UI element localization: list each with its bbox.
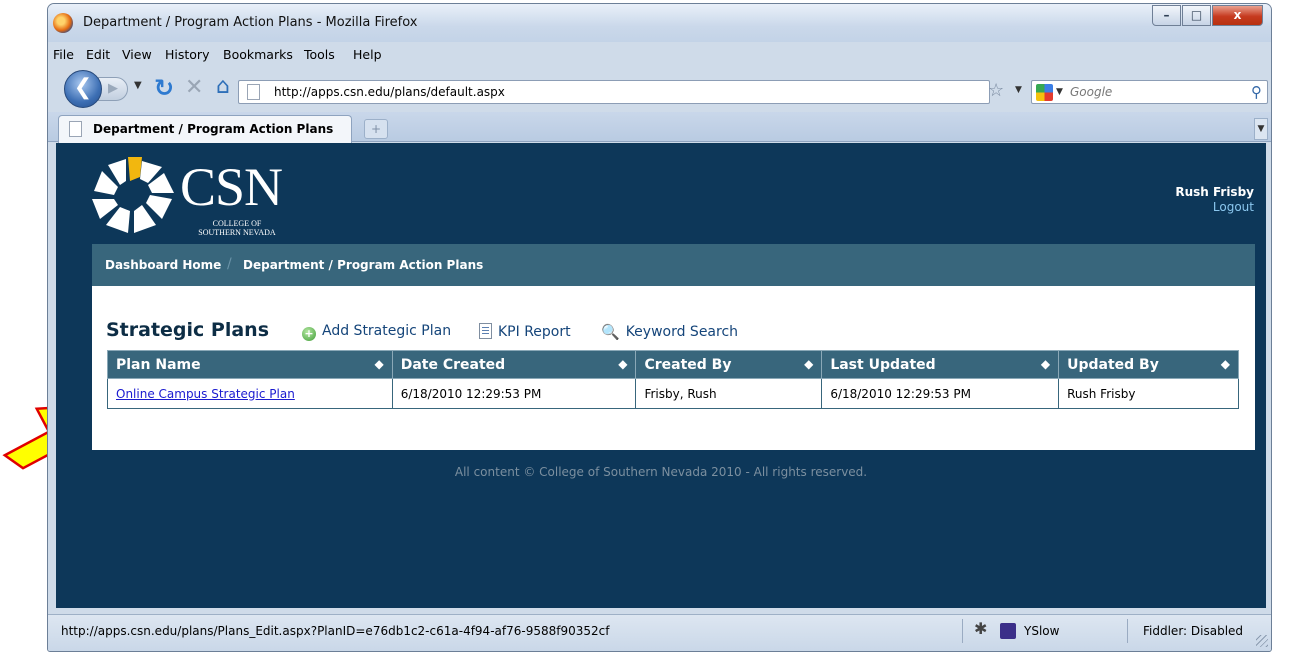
updated-by-cell: Rush Frisby (1058, 378, 1239, 409)
add-strategic-plan-label[interactable]: Add Strategic Plan (322, 323, 451, 339)
kpi-report-link[interactable]: KPI Report (479, 323, 571, 340)
breadcrumb: Dashboard Home / Department / Program Ac… (92, 244, 1255, 286)
magnifier-icon: 🔍 (601, 323, 620, 341)
url-text[interactable]: http://apps.csn.edu/plans/default.aspx (274, 85, 505, 99)
page-icon (69, 121, 82, 137)
column-header-updated-by[interactable]: Updated By ◆ (1058, 350, 1239, 379)
keyword-search-label[interactable]: Keyword Search (626, 324, 738, 340)
breadcrumb-dashboard-home[interactable]: Dashboard Home (105, 258, 221, 272)
firefox-icon (53, 13, 73, 33)
search-icon[interactable]: ⚲ (1251, 83, 1262, 101)
url-dropdown-icon[interactable]: ▼ (1015, 85, 1022, 95)
keyword-search-link[interactable]: 🔍 Keyword Search (601, 323, 738, 341)
user-name: Rush Frisby (1175, 185, 1254, 199)
column-header-label: Plan Name (116, 356, 201, 373)
sort-icon[interactable]: ◆ (804, 357, 813, 371)
sort-icon[interactable]: ◆ (618, 357, 627, 371)
column-header-plan-name[interactable]: Plan Name ◆ (107, 350, 393, 379)
sort-icon[interactable]: ◆ (1041, 357, 1050, 371)
menu-view[interactable]: View (122, 47, 152, 62)
column-header-last-updated[interactable]: Last Updated ◆ (821, 350, 1060, 379)
new-tab-button[interactable]: + (364, 119, 388, 139)
home-icon[interactable]: ⌂ (216, 74, 230, 99)
page-content: CSN COLLEGE OF SOUTHERN NEVADA Rush Fris… (56, 143, 1266, 608)
status-divider (1127, 619, 1128, 643)
csn-logo: CSN COLLEGE OF SOUTHERN NEVADA (90, 155, 310, 237)
strategic-plans-panel: Strategic Plans + Add Strategic Plan KPI … (92, 286, 1255, 450)
reload-icon[interactable]: ↻ (154, 74, 174, 102)
table-header-row: Plan Name ◆ Date Created ◆ Created By ◆ Las… (107, 350, 1239, 379)
tab-strip: Department / Program Action Plans + ▼ (48, 112, 1271, 143)
kpi-report-label[interactable]: KPI Report (498, 324, 571, 340)
google-icon[interactable] (1036, 84, 1053, 101)
breadcrumb-current[interactable]: Department / Program Action Plans (243, 258, 483, 272)
yslow-icon[interactable] (1000, 623, 1016, 639)
tab-active[interactable]: Department / Program Action Plans (58, 115, 352, 143)
report-icon (479, 323, 492, 339)
csn-star-icon (92, 157, 174, 233)
breadcrumb-separator: / (227, 256, 232, 272)
maximize-button[interactable]: □ (1182, 5, 1211, 26)
plan-name-cell: Online Campus Strategic Plan (107, 378, 393, 409)
window-title: Department / Program Action Plans - Mozi… (83, 15, 418, 30)
search-bar[interactable]: ▼ Google ⚲ (1031, 80, 1268, 104)
sort-icon[interactable]: ◆ (374, 357, 383, 371)
last-updated-cell: 6/18/2010 12:29:53 PM (821, 378, 1060, 409)
bookmark-star-icon[interactable]: ☆ (988, 80, 1004, 101)
column-header-label: Updated By (1067, 356, 1159, 373)
yslow-label[interactable]: YSlow (1024, 624, 1059, 638)
page-title: Strategic Plans (106, 319, 270, 341)
browser-window: Department / Program Action Plans - Mozi… (47, 3, 1272, 652)
history-dropdown-icon[interactable]: ▼ (134, 80, 142, 91)
column-header-created-by[interactable]: Created By ◆ (635, 350, 823, 379)
created-by-cell: Frisby, Rush (635, 378, 823, 409)
menu-history[interactable]: History (165, 47, 209, 62)
plans-table: Plan Name ◆ Date Created ◆ Created By ◆ Las… (107, 350, 1239, 409)
close-button[interactable]: x (1212, 5, 1263, 26)
sort-icon[interactable]: ◆ (1221, 357, 1230, 371)
title-bar: Department / Program Action Plans - Mozi… (48, 4, 1271, 42)
menu-bar: File Edit View History Bookmarks Tools H… (48, 42, 1271, 66)
menu-tools[interactable]: Tools (304, 47, 335, 62)
copyright-footer: All content © College of Southern Nevada… (454, 465, 868, 479)
resize-grip-icon[interactable] (1256, 635, 1268, 647)
minimize-button[interactable]: – (1152, 5, 1181, 26)
tab-list-dropdown-icon[interactable]: ▼ (1254, 118, 1268, 140)
logo-text: CSN (180, 157, 283, 217)
navigation-toolbar: ▶ ❮ ▼ ↻ ✕ ⌂ http://apps.csn.edu/plans/de… (48, 68, 1271, 108)
plan-name-link[interactable]: Online Campus Strategic Plan (116, 387, 295, 401)
column-header-label: Last Updated (830, 356, 936, 373)
search-placeholder[interactable]: Google (1070, 85, 1112, 99)
status-url: http://apps.csn.edu/plans/Plans_Edit.asp… (61, 624, 610, 638)
menu-bookmarks[interactable]: Bookmarks (223, 47, 293, 62)
add-strategic-plan-link[interactable]: + Add Strategic Plan (302, 323, 451, 341)
date-created-cell: 6/18/2010 12:29:53 PM (391, 378, 637, 409)
logo-subtitle: COLLEGE OF SOUTHERN NEVADA (197, 219, 277, 237)
column-header-label: Date Created (400, 356, 506, 373)
stop-icon[interactable]: ✕ (185, 75, 203, 100)
table-row: Online Campus Strategic Plan 6/18/2010 1… (107, 378, 1239, 409)
forward-button[interactable]: ▶ (98, 77, 128, 101)
column-header-date-created[interactable]: Date Created ◆ (391, 350, 637, 379)
tab-label: Department / Program Action Plans (93, 122, 334, 136)
logout-link[interactable]: Logout (1213, 200, 1254, 214)
menu-help[interactable]: Help (353, 47, 382, 62)
status-bar: http://apps.csn.edu/plans/Plans_Edit.asp… (48, 614, 1271, 651)
status-divider (962, 619, 963, 643)
logo-subtitle-line-2: SOUTHERN NEVADA (198, 228, 276, 237)
firebug-icon[interactable]: ✱ (974, 619, 987, 638)
menu-file[interactable]: File (53, 47, 74, 62)
column-header-label: Created By (644, 356, 732, 373)
url-bar[interactable]: http://apps.csn.edu/plans/default.aspx (238, 80, 990, 104)
page-icon (247, 84, 260, 100)
fiddler-status[interactable]: Fiddler: Disabled (1143, 624, 1243, 638)
search-engine-dropdown-icon[interactable]: ▼ (1056, 87, 1063, 97)
back-button[interactable]: ❮ (64, 70, 102, 108)
logo-subtitle-line-1: COLLEGE OF (212, 219, 262, 228)
menu-edit[interactable]: Edit (86, 47, 110, 62)
add-icon: + (302, 327, 316, 341)
